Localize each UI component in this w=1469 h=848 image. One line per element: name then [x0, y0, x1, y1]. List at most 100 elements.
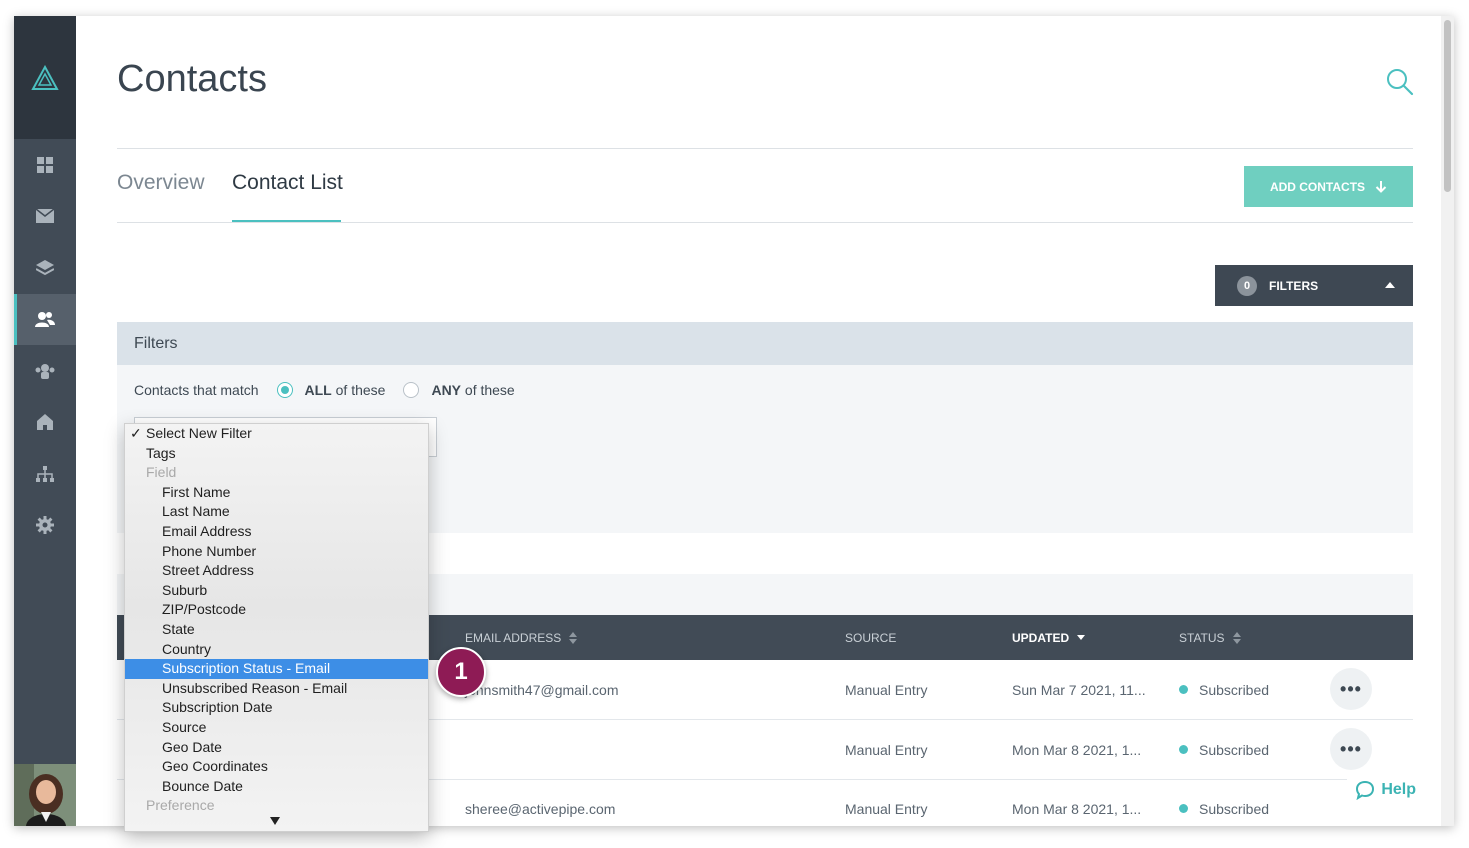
row-actions-button[interactable]: •••: [1330, 728, 1372, 770]
divider: [117, 222, 1413, 223]
contacts-icon: [35, 312, 55, 328]
column-header-email[interactable]: EMAIL ADDRESS: [465, 615, 578, 660]
sidebar-item-layers[interactable]: [14, 242, 76, 294]
updated-cell: Mon Mar 8 2021, 1...: [1012, 800, 1142, 817]
sidebar-item-groups[interactable]: [14, 345, 76, 397]
sort-icon: [1232, 631, 1241, 644]
sidebar-item-dashboard[interactable]: [14, 139, 76, 191]
filters-toggle-button[interactable]: 0 FILTERS: [1215, 265, 1413, 306]
status-label: Subscribed: [1199, 681, 1270, 698]
status-cell: Subscribed: [1179, 660, 1269, 719]
option-bounce-date[interactable]: Bounce Date: [125, 777, 428, 797]
any-label-rest: of these: [464, 382, 515, 398]
updated-cell: Mon Mar 8 2021, 1...: [1012, 741, 1142, 758]
scrollbar-thumb[interactable]: [1444, 20, 1451, 192]
all-label-rest: of these: [335, 382, 386, 398]
row-actions-button[interactable]: •••: [1330, 668, 1372, 710]
column-label: SOURCE: [845, 630, 897, 645]
caret-up-icon: [1385, 282, 1395, 288]
option-unsubscribed-reason-email[interactable]: Unsubscribed Reason - Email: [125, 679, 428, 699]
email-cell: johnsmith47@gmail.com: [465, 681, 619, 698]
org-chart-icon: [36, 465, 54, 482]
column-label: STATUS: [1179, 630, 1225, 645]
divider: [117, 148, 1413, 149]
checkmark-icon: ✓: [130, 425, 142, 441]
dashboard-icon: [37, 156, 53, 173]
help-label: Help: [1381, 781, 1416, 798]
sidebar-item-contacts[interactable]: [14, 293, 76, 345]
option-subscription-status-email[interactable]: Subscription Status - Email: [125, 659, 428, 679]
source-cell: Manual Entry: [845, 681, 928, 698]
sidebar: [14, 16, 76, 826]
source-cell: Manual Entry: [845, 741, 928, 758]
page-title: Contacts: [117, 58, 267, 100]
sidebar-item-org[interactable]: [14, 448, 76, 500]
user-avatar[interactable]: [14, 764, 76, 826]
option-geo-date[interactable]: Geo Date: [125, 738, 428, 758]
match-label: Contacts that match: [134, 382, 259, 398]
option-group-field: Field: [146, 464, 177, 481]
scroll-down-arrow-icon[interactable]: [270, 817, 280, 825]
column-label: EMAIL ADDRESS: [465, 630, 562, 645]
option-label: Select New Filter: [146, 425, 252, 441]
filter-panel-title: Filters: [117, 322, 1413, 365]
option-state[interactable]: State: [125, 620, 428, 640]
updated-cell: Sun Mar 7 2021, 11...: [1012, 681, 1146, 698]
option-select-new-filter[interactable]: ✓ Select New Filter: [125, 424, 428, 444]
email-cell: sheree@activepipe.com: [465, 800, 616, 817]
gear-icon: [36, 516, 54, 535]
chat-bubble-icon: [1356, 780, 1375, 800]
status-label: Subscribed: [1199, 800, 1270, 817]
option-suburb[interactable]: Suburb: [125, 581, 428, 601]
option-group-preference: Preference: [146, 797, 215, 814]
add-contacts-label: ADD CONTACTS: [1269, 179, 1366, 194]
option-subscription-date[interactable]: Subscription Date: [125, 698, 428, 718]
page-scrollbar[interactable]: [1441, 16, 1454, 826]
search-icon[interactable]: [1386, 68, 1414, 96]
status-dot: [1179, 685, 1188, 694]
home-icon: [37, 414, 53, 431]
filter-options-dropdown[interactable]: ✓ Select New Filter Tags Field First Name…: [124, 423, 429, 832]
activepipe-logo-icon[interactable]: [14, 16, 76, 139]
status-label: Subscribed: [1199, 741, 1270, 758]
option-geo-coordinates[interactable]: Geo Coordinates: [125, 757, 428, 777]
sort-icon: [569, 631, 578, 644]
option-street-address[interactable]: Street Address: [125, 561, 428, 581]
status-dot: [1179, 745, 1188, 754]
option-last-name[interactable]: Last Name: [125, 502, 428, 522]
mail-icon: [36, 209, 54, 224]
arrow-down-icon: [1375, 180, 1387, 193]
add-contacts-button[interactable]: ADD CONTACTS: [1244, 166, 1413, 207]
column-label: UPDATED: [1012, 630, 1070, 645]
source-cell: Manual Entry: [845, 800, 928, 817]
option-tags[interactable]: Tags: [125, 444, 428, 464]
column-header-updated[interactable]: UPDATED: [1012, 615, 1086, 660]
layers-icon: [36, 259, 54, 275]
option-source[interactable]: Source: [125, 718, 428, 738]
status-dot: [1179, 804, 1188, 813]
tab-overview[interactable]: Overview: [117, 171, 205, 195]
option-email-address[interactable]: Email Address: [125, 522, 428, 542]
sidebar-item-settings[interactable]: [14, 500, 76, 552]
any-label-bold: ANY: [431, 382, 462, 398]
column-header-source[interactable]: SOURCE: [845, 615, 896, 660]
status-cell: Subscribed: [1179, 720, 1269, 779]
filters-count-badge: 0: [1237, 275, 1257, 296]
option-zip-postcode[interactable]: ZIP/Postcode: [125, 600, 428, 620]
tab-contact-list[interactable]: Contact List: [232, 171, 343, 195]
radio-any[interactable]: [403, 382, 420, 398]
groups-icon: [35, 363, 55, 379]
sort-desc-icon: [1077, 635, 1086, 640]
option-first-name[interactable]: First Name: [125, 483, 428, 503]
status-cell: Subscribed: [1179, 779, 1269, 826]
all-label-bold: ALL: [304, 382, 332, 398]
radio-all[interactable]: [276, 382, 293, 398]
sidebar-item-mail[interactable]: [14, 191, 76, 243]
help-button[interactable]: Help: [1347, 776, 1424, 804]
match-mode-row: Contacts that match ALL of these ANY of …: [134, 382, 515, 398]
column-header-status[interactable]: STATUS: [1179, 615, 1241, 660]
sidebar-item-home[interactable]: [14, 397, 76, 449]
step-annotation-badge: 1: [436, 647, 486, 697]
option-country[interactable]: Country: [125, 640, 428, 660]
option-phone-number[interactable]: Phone Number: [125, 542, 428, 562]
